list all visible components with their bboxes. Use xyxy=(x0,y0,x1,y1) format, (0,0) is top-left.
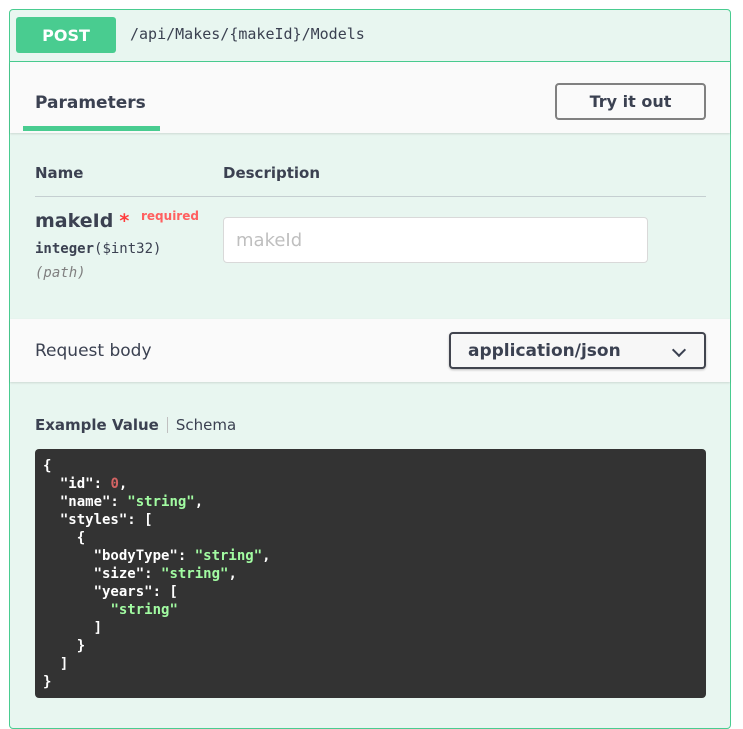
code-token: "string" xyxy=(110,602,178,618)
makeid-input[interactable] xyxy=(223,217,648,263)
code-token: ] xyxy=(43,620,103,636)
code-line: ] xyxy=(43,655,698,673)
code-token: "string" xyxy=(194,548,263,564)
parameter-format: ($int32) xyxy=(94,241,162,257)
try-it-out-button[interactable]: Try it out xyxy=(555,83,706,120)
parameter-name-text: makeId xyxy=(35,210,114,232)
tab-separator xyxy=(166,417,168,433)
code-token: 0 xyxy=(110,476,119,492)
tab-schema[interactable]: Schema xyxy=(176,416,236,434)
http-method-badge[interactable]: POST xyxy=(16,17,116,53)
tab-active-indicator xyxy=(23,126,160,131)
parameter-type: integer($int32) xyxy=(35,241,161,257)
operation-block-post: POST /api/Makes/{makeId}/Models Paramete… xyxy=(9,9,731,729)
code-line: "size": "string", xyxy=(43,565,698,583)
example-tabs: Example Value Schema xyxy=(35,416,236,434)
parameters-header: Parameters Try it out xyxy=(10,62,730,133)
request-body-title: Request body xyxy=(35,341,152,361)
code-token: "string" xyxy=(127,494,195,510)
code-line: } xyxy=(43,673,698,691)
code-token: , xyxy=(194,494,204,510)
operation-summary[interactable]: POST /api/Makes/{makeId}/Models xyxy=(10,10,730,62)
code-line: "bodyType": "string", xyxy=(43,547,698,565)
required-asterisk: * xyxy=(119,210,130,232)
parameter-location: (path) xyxy=(35,265,86,281)
code-token: , xyxy=(262,548,271,564)
code-token: "size": xyxy=(43,566,162,582)
code-token: } xyxy=(43,674,52,690)
code-line: } xyxy=(43,637,698,655)
code-line: "years": [ xyxy=(43,583,698,601)
content-type-select[interactable]: application/json xyxy=(449,332,706,369)
required-label: required xyxy=(141,209,199,223)
code-line: "string" xyxy=(43,601,698,619)
code-token: , xyxy=(118,476,128,492)
code-token: "years": [ xyxy=(43,584,178,600)
code-token: "styles": [ xyxy=(43,512,153,528)
code-line: ] xyxy=(43,619,698,637)
code-token: ] xyxy=(43,656,69,672)
tab-parameters[interactable]: Parameters xyxy=(35,93,146,113)
chevron-down-icon xyxy=(671,342,687,358)
request-body-header: Request body application/json xyxy=(10,319,730,382)
tab-example-value[interactable]: Example Value xyxy=(35,416,159,434)
code-token: { xyxy=(43,458,52,474)
column-header-description: Description xyxy=(223,164,321,182)
code-token: "string" xyxy=(161,566,229,582)
code-line: "styles": [ xyxy=(43,511,698,529)
code-token: } xyxy=(43,638,86,654)
code-token: { xyxy=(43,530,86,546)
code-token: "name": xyxy=(43,494,128,510)
code-line: { xyxy=(43,457,698,475)
operation-path[interactable]: /api/Makes/{makeId}/Models xyxy=(130,25,365,43)
example-value-code[interactable]: { "id": 0, "name": "string", "styles": [… xyxy=(35,449,706,698)
parameter-name: makeId * xyxy=(35,210,129,232)
code-line: { xyxy=(43,529,698,547)
code-token: , xyxy=(228,566,237,582)
column-header-name: Name xyxy=(35,164,84,182)
table-divider xyxy=(35,196,706,197)
code-line: "id": 0, xyxy=(43,475,698,493)
code-line: "name": "string", xyxy=(43,493,698,511)
parameter-type-name: integer xyxy=(35,241,95,257)
code-token: "bodyType": xyxy=(43,548,195,564)
content-type-value: application/json xyxy=(468,340,621,361)
code-token: "id": xyxy=(43,476,111,492)
